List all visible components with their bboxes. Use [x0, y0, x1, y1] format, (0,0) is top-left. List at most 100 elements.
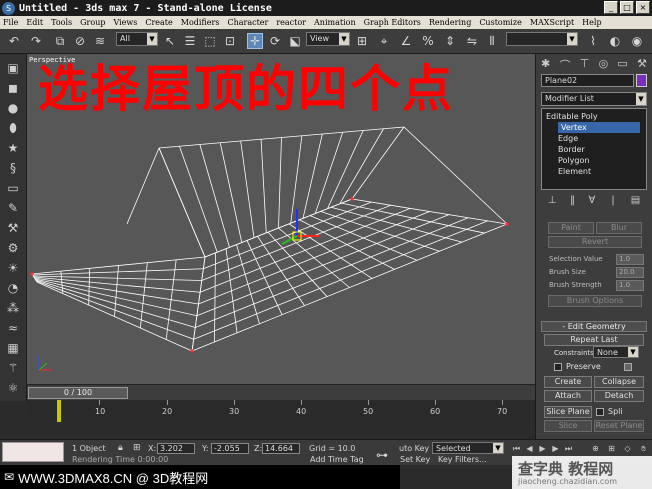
configure-sets-icon[interactable]: ▤: [631, 195, 640, 209]
menu-create[interactable]: Create: [145, 18, 172, 27]
previous-frame-icon[interactable]: ◀: [524, 443, 535, 454]
revert-button[interactable]: Revert: [548, 236, 642, 248]
unlink-icon[interactable]: ⊘: [72, 33, 88, 49]
stack-item-edge[interactable]: Edge: [558, 133, 578, 144]
zoom-all-icon[interactable]: ⊞: [606, 443, 617, 454]
select-and-link-icon[interactable]: ⧉: [52, 33, 68, 49]
play-icon[interactable]: ▶: [537, 443, 548, 454]
select-object-icon[interactable]: ↖: [162, 33, 178, 49]
menu-reactor[interactable]: reactor: [276, 18, 306, 27]
repeat-last-button[interactable]: Repeat Last: [544, 334, 644, 346]
hair-icon[interactable]: ⚚: [5, 360, 21, 376]
selection-filter-dropdown[interactable]: All ▼: [116, 32, 158, 46]
perspective-viewport[interactable]: Perspective 选择屋顶的四个点: [27, 54, 535, 384]
menu-rendering[interactable]: Rendering: [429, 18, 471, 27]
display-tab-icon[interactable]: ▭: [617, 57, 627, 71]
motion-tab-icon[interactable]: ◎: [599, 57, 609, 71]
brush-strength-spinner[interactable]: 1.0: [616, 280, 644, 291]
select-and-rotate-icon[interactable]: ⟳: [267, 33, 283, 49]
key-filters-button[interactable]: Key Filters...: [438, 455, 487, 464]
reset-plane-button[interactable]: Reset Plane: [594, 420, 644, 432]
particle-icon[interactable]: ⁂: [5, 300, 21, 316]
selection-set-dropdown[interactable]: Selected ▼: [432, 442, 504, 454]
select-by-name-icon[interactable]: ☰: [182, 33, 198, 49]
select-and-scale-icon[interactable]: ⬕: [287, 33, 303, 49]
render-scene-icon[interactable]: ◉: [629, 33, 645, 49]
brush-size-spinner[interactable]: 20.0: [616, 267, 644, 278]
teapot-icon[interactable]: ▣: [5, 60, 21, 76]
stack-item-vertex[interactable]: Vertex: [558, 122, 640, 133]
stack-item-border[interactable]: Border: [558, 144, 585, 155]
window-crossing-icon[interactable]: ⊡: [222, 33, 238, 49]
menu-customize[interactable]: Customize: [479, 18, 522, 27]
plane-icon[interactable]: ▭: [5, 180, 21, 196]
track-bar[interactable]: 10 20 30 40 50 60 70 80 90 100: [27, 400, 641, 422]
menu-maxscript[interactable]: MAXScript: [530, 18, 574, 27]
collapse-button[interactable]: Collapse: [594, 376, 644, 388]
maxscript-listener-mini[interactable]: [2, 442, 64, 462]
snap-toggle-icon[interactable]: ⌖: [376, 33, 392, 49]
spinner-snap-icon[interactable]: ⇕: [442, 33, 458, 49]
z-coordinate-field[interactable]: 14.664: [262, 443, 300, 454]
mirror-icon[interactable]: ⇋: [464, 33, 480, 49]
cloth-icon[interactable]: ▦: [5, 340, 21, 356]
light-icon[interactable]: ☀: [5, 260, 21, 276]
curve-editor-icon[interactable]: ⌇: [585, 33, 601, 49]
helix-icon[interactable]: §: [5, 160, 21, 176]
make-unique-icon[interactable]: ∀: [589, 195, 596, 209]
bind-space-warp-icon[interactable]: ≋: [92, 33, 108, 49]
redo-icon[interactable]: ↷: [28, 33, 44, 49]
minimize-button[interactable]: _: [604, 1, 618, 14]
constraints-dropdown[interactable]: None ▼: [593, 346, 639, 358]
paint-button[interactable]: Paint: [548, 222, 594, 234]
slice-plane-button[interactable]: Slice Plane: [544, 406, 592, 418]
stack-item-element[interactable]: Element: [558, 166, 591, 177]
cylinder-icon[interactable]: ⬮: [5, 120, 21, 136]
preserve-uvs-checkbox[interactable]: [554, 363, 562, 371]
object-color-swatch[interactable]: [636, 74, 647, 87]
field-of-view-icon[interactable]: ◇: [622, 443, 633, 454]
menu-animation[interactable]: Animation: [314, 18, 356, 27]
material-editor-icon[interactable]: ◐: [607, 33, 623, 49]
pan-icon[interactable]: ✋︎: [638, 443, 649, 454]
menu-views[interactable]: Views: [113, 18, 137, 27]
zoom-icon[interactable]: ⊕: [590, 443, 601, 454]
camera-icon[interactable]: ◔: [5, 280, 21, 296]
star-icon[interactable]: ★: [5, 140, 21, 156]
create-tab-icon[interactable]: ✱: [541, 57, 550, 71]
preserve-settings-icon[interactable]: [624, 363, 632, 371]
menu-group[interactable]: Group: [80, 18, 105, 27]
time-slider[interactable]: 0 / 100: [27, 384, 535, 400]
next-frame-icon[interactable]: ▶: [550, 443, 561, 454]
object-name-field[interactable]: Plane02: [541, 74, 634, 87]
remove-modifier-icon[interactable]: ❘: [609, 195, 617, 209]
bone-icon[interactable]: ⚙: [5, 240, 21, 256]
stack-item-polygon[interactable]: Polygon: [558, 155, 589, 166]
menu-help[interactable]: Help: [582, 18, 601, 27]
undo-icon[interactable]: ↶: [6, 33, 22, 49]
close-button[interactable]: ×: [636, 1, 650, 14]
utilities-tab-icon[interactable]: ⚒: [637, 57, 647, 71]
percent-snap-icon[interactable]: %: [420, 33, 436, 49]
absolute-mode-icon[interactable]: ⊞: [133, 443, 141, 453]
lock-icon[interactable]: 🔒︎: [118, 443, 123, 453]
align-icon[interactable]: ⫴: [484, 33, 500, 49]
menu-tools[interactable]: Tools: [51, 18, 72, 27]
modifier-list-dropdown[interactable]: Modifier List ▼: [541, 92, 647, 106]
add-time-tag-button[interactable]: Add Time Tag: [310, 455, 364, 464]
named-selection-dropdown[interactable]: ▼: [506, 32, 578, 46]
attach-button[interactable]: Attach: [544, 390, 592, 402]
angle-snap-icon[interactable]: ∠: [398, 33, 414, 49]
sphere-icon[interactable]: ●: [5, 100, 21, 116]
time-slider-thumb[interactable]: 0 / 100: [28, 387, 128, 399]
split-checkbox[interactable]: [596, 408, 604, 416]
menu-graph-editors[interactable]: Graph Editors: [364, 18, 421, 27]
stack-item-editable-poly[interactable]: Editable Poly: [546, 111, 598, 122]
menu-edit[interactable]: Edit: [26, 18, 43, 27]
pivot-point-icon[interactable]: ⊞: [354, 33, 370, 49]
modify-tab-icon[interactable]: ⌒: [559, 57, 570, 72]
reactor-icon[interactable]: ⚛: [5, 380, 21, 396]
menu-modifiers[interactable]: Modifiers: [181, 18, 220, 27]
select-and-move-icon[interactable]: ✛: [247, 33, 263, 49]
edit-geometry-rollout-header[interactable]: - Edit Geometry: [541, 321, 647, 332]
